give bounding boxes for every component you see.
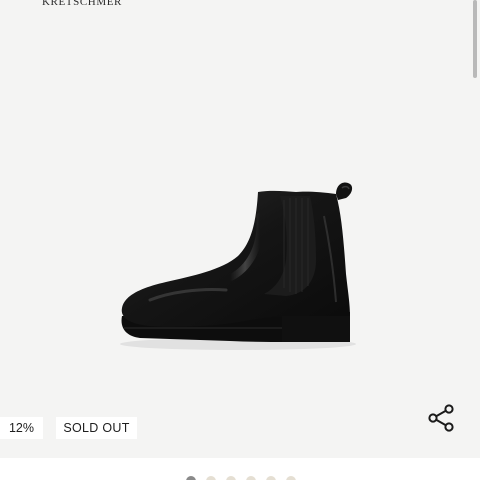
image-carousel-dots (0, 458, 480, 480)
carousel-dot[interactable] (286, 476, 296, 480)
carousel-dot[interactable] (266, 476, 276, 480)
sold-out-badge: SOLD OUT (56, 417, 137, 439)
carousel-dot[interactable] (246, 476, 256, 480)
share-icon (428, 404, 454, 432)
carousel-dot[interactable] (226, 476, 236, 480)
product-image-stage: KRETSCHMER 12% SOLD OUT (0, 0, 480, 458)
discount-badge: 12% (0, 417, 43, 439)
share-button[interactable] (427, 403, 457, 433)
product-image-chelsea-boot[interactable] (110, 176, 370, 356)
brand-logo: KRETSCHMER (42, 0, 122, 8)
carousel-dot[interactable] (206, 476, 216, 480)
carousel-dot[interactable] (186, 476, 196, 480)
scrollbar-thumb[interactable] (473, 0, 477, 78)
